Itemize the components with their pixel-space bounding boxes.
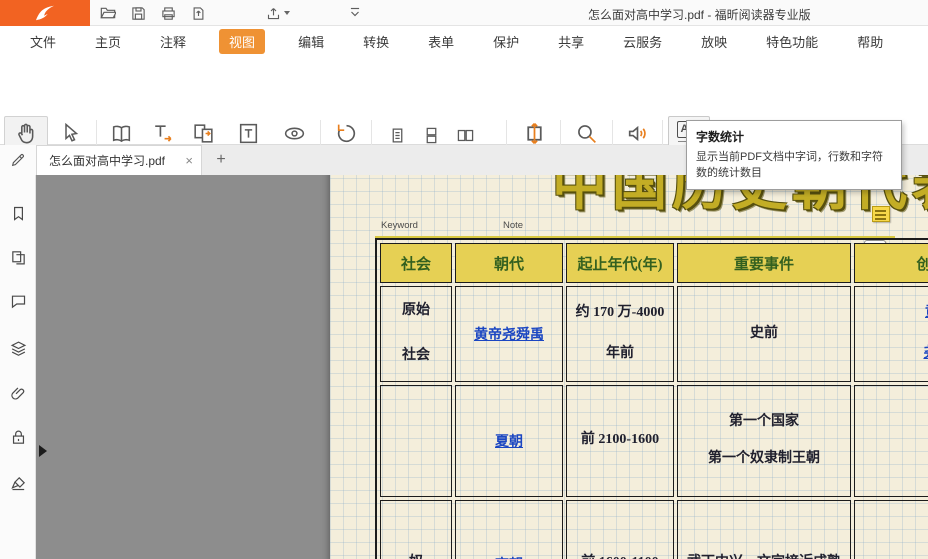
menu-convert[interactable]: 转换 (357, 29, 395, 54)
share-icon[interactable] (266, 6, 290, 21)
window-title: 怎么面对高中学习.pdf - 福昕阅读器专业版 (588, 6, 811, 23)
foxit-logo[interactable] (0, 0, 90, 26)
header-events: 重要事件 (677, 243, 851, 283)
menu-help[interactable]: 帮助 (851, 29, 889, 54)
collapse-ribbon-icon[interactable] (348, 5, 362, 19)
document-viewport[interactable]: 中国历史朝代表 Keyword Note 社会 朝代 起止年代(年) 重要事 (36, 175, 928, 559)
annotate-pencil-icon[interactable] (0, 145, 36, 175)
open-folder-icon[interactable] (100, 6, 116, 20)
table-row: 原始 社会 黄帝尧舜禹 约 170 万-4000 年前 史前 黄帝 尧|舜 (380, 286, 928, 382)
rotate-icon (334, 121, 359, 146)
share-caret-icon (284, 11, 290, 15)
table-cell-society (380, 385, 452, 497)
menu-view[interactable]: 视图 (219, 29, 265, 54)
book-icon (109, 121, 134, 146)
save-icon[interactable] (131, 6, 146, 21)
menu-edit[interactable]: 编辑 (292, 29, 330, 54)
cursor-icon (59, 121, 83, 145)
menu-form[interactable]: 表单 (422, 29, 460, 54)
table-cell-society: 原始 社会 (380, 286, 452, 382)
note-label: Note (503, 220, 523, 231)
reflow-icon (150, 121, 175, 146)
table-cell-founder: 汤 (854, 500, 928, 559)
keyword-label: Keyword (381, 220, 418, 231)
app-window: 怎么面对高中学习.pdf - 福昕阅读器专业版 文件 主页 注释 视图 编辑 转… (0, 0, 928, 559)
signature-panel-icon[interactable] (8, 473, 28, 493)
pages-panel-icon[interactable] (8, 247, 28, 267)
reverse-pages-icon (191, 121, 216, 146)
history-table: 社会 朝代 起止年代(年) 重要事件 创建人 原始 社会 黄帝尧舜禹 约 170… (375, 238, 928, 559)
header-dynasty: 朝代 (455, 243, 563, 283)
layers-panel-icon[interactable] (8, 338, 28, 358)
founder-link[interactable]: 黄帝 尧|舜 (923, 305, 928, 361)
navigation-sidebar (0, 175, 36, 559)
word-count-tooltip: 字数统计 显示当前PDF文档中字词，行数和字符数的统计数目 (686, 120, 902, 190)
table-cell-period: 前 2100-1600 (566, 385, 674, 497)
tab-close-icon[interactable]: × (185, 154, 193, 167)
margin-label-row: Keyword Note (375, 214, 895, 238)
header-society: 社会 (380, 243, 452, 283)
header-period: 起止年代(年) (566, 243, 674, 283)
table-cell-period: 约 170 万-4000 年前 (566, 286, 674, 382)
auto-scroll-icon (522, 121, 547, 146)
table-cell-society: 奴 (380, 500, 452, 559)
eye-icon (282, 121, 307, 146)
magnifier-icon (574, 121, 599, 146)
speaker-icon (625, 121, 650, 146)
table-cell-period: 前 1600-1100 (566, 500, 674, 559)
table-cell-events: 第一个国家 第一个奴隶制王朝 (677, 385, 851, 497)
pdf-page: 中国历史朝代表 Keyword Note 社会 朝代 起止年代(年) 重要事 (330, 175, 928, 559)
menu-comment[interactable]: 注释 (154, 29, 192, 54)
sidebar-expand-arrow[interactable] (39, 445, 47, 457)
main-area: 中国历史朝代表 Keyword Note 社会 朝代 起止年代(年) 重要事 (0, 175, 928, 559)
menu-protect[interactable]: 保护 (487, 29, 525, 54)
document-tab[interactable]: 怎么面对高中学习.pdf × (36, 145, 202, 175)
table-cell-events: 史前 (677, 286, 851, 382)
sticky-note-icon[interactable] (872, 206, 890, 222)
title-bar: 怎么面对高中学习.pdf - 福昕阅读器专业版 (0, 0, 928, 26)
menu-features[interactable]: 特色功能 (760, 29, 824, 54)
table-cell-founder: 启 (854, 385, 928, 497)
security-panel-icon[interactable] (8, 427, 28, 447)
new-tab-button[interactable]: + (210, 149, 232, 171)
bookmarks-panel-icon[interactable] (8, 203, 28, 223)
table-header-row: 社会 朝代 起止年代(年) 重要事件 创建人 (380, 243, 928, 283)
tooltip-title: 字数统计 (696, 128, 892, 145)
table-row: 夏朝 前 2100-1600 第一个国家 第一个奴隶制王朝 启 (380, 385, 928, 497)
dynasty-link[interactable]: 夏朝 (495, 435, 523, 450)
tooltip-body: 显示当前PDF文档中字词，行数和字符数的统计数目 (696, 150, 892, 182)
attachments-panel-icon[interactable] (8, 383, 28, 403)
comments-panel-icon[interactable] (8, 291, 28, 311)
menu-bar: 文件 主页 注释 视图 编辑 转换 表单 保护 共享 云服务 放映 特色功能 帮… (0, 26, 928, 56)
export-icon[interactable] (191, 6, 206, 21)
text-doc-icon (236, 121, 261, 146)
dynasty-link[interactable]: 黄帝尧舜禹 (474, 328, 544, 343)
menu-cloud[interactable]: 云服务 (617, 29, 668, 54)
hand-icon (14, 121, 39, 146)
foxit-logo-icon (34, 4, 56, 22)
header-founder: 创建人 (854, 243, 928, 283)
table-cell-events: 武丁中兴、文字接近成熟 (677, 500, 851, 559)
quick-access-toolbar (100, 0, 290, 26)
menu-file[interactable]: 文件 (24, 29, 62, 54)
document-tab-label: 怎么面对高中学习.pdf (49, 152, 179, 169)
print-icon[interactable] (161, 6, 176, 21)
menu-share[interactable]: 共享 (552, 29, 590, 54)
menu-slideshow[interactable]: 放映 (695, 29, 733, 54)
menu-home[interactable]: 主页 (89, 29, 127, 54)
table-row: 奴 商朝 前 1600-1100 武丁中兴、文字接近成熟 汤 (380, 500, 928, 559)
